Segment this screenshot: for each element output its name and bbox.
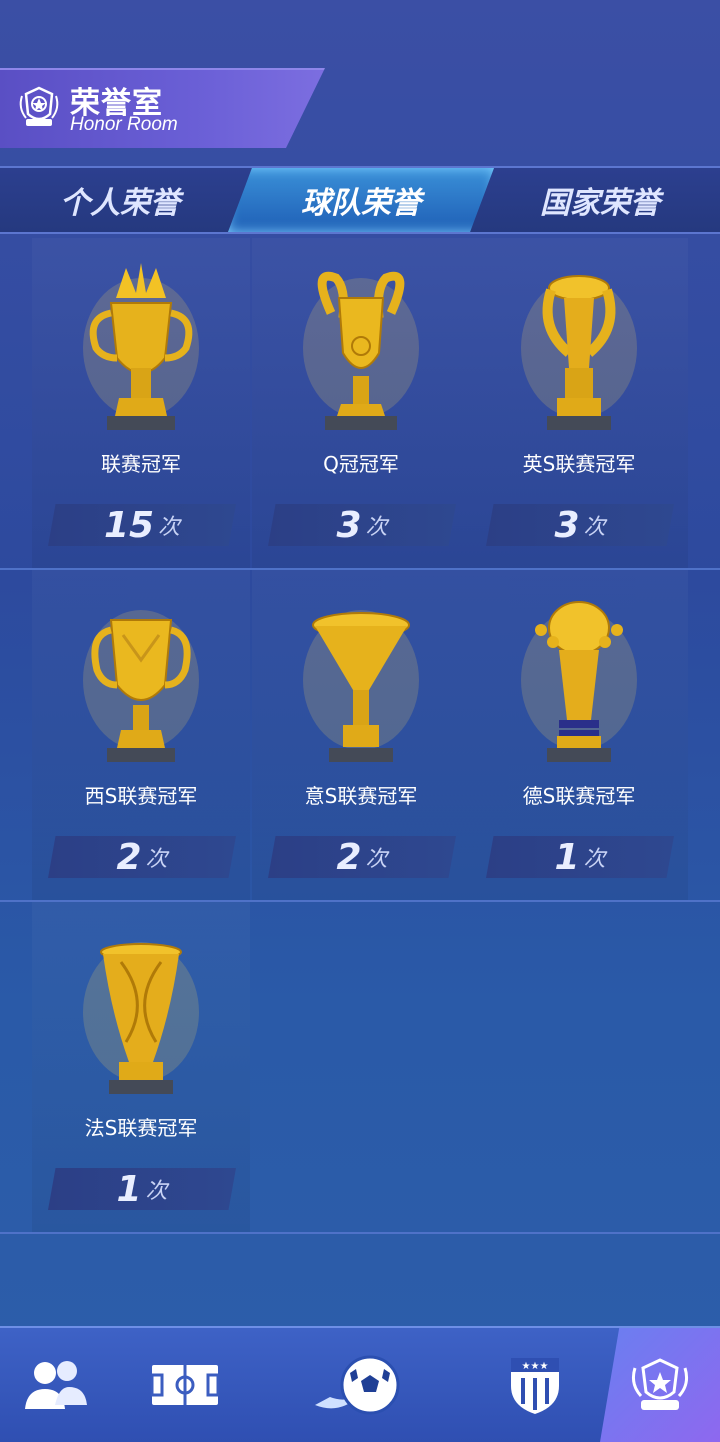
trophy-grid: 联赛冠军 15 次 Q冠冠军 3 次 英S联赛冠军 3 次 西S联赛冠军 2 次… — [0, 236, 720, 1326]
trophy-count: 3 — [554, 504, 580, 546]
nav-honor-room[interactable] — [600, 1328, 720, 1442]
trophy-count-badge: 15 次 — [48, 504, 236, 546]
trophy-emblem-icon — [19, 86, 59, 126]
trophy-count-unit: 次 — [145, 847, 168, 872]
italy-trophy-icon — [303, 610, 419, 762]
trophy-card[interactable]: Q冠冠军 3 次 — [252, 238, 470, 568]
page-subtitle: Honor Room — [70, 114, 178, 135]
players-icon — [25, 1361, 87, 1409]
trophy-name: 德S联赛冠军 — [522, 784, 636, 808]
nav-match[interactable] — [300, 1328, 420, 1442]
winged-trophy-icon — [521, 275, 637, 430]
trophy-count-badge: 3 次 — [268, 504, 456, 546]
france-trophy-icon — [83, 942, 199, 1094]
grid-divider — [0, 1232, 720, 1234]
trophy-count: 15 — [103, 504, 155, 546]
trophy-count: 2 — [116, 836, 142, 878]
league-trophy-icon — [83, 263, 199, 430]
trophy-card[interactable]: 德S联赛冠军 1 次 — [470, 570, 688, 900]
trophy-card[interactable]: 意S联赛冠军 2 次 — [252, 570, 470, 900]
trophy-count: 2 — [336, 836, 362, 878]
nav-pitch[interactable] — [130, 1328, 240, 1442]
nav-players[interactable] — [0, 1328, 110, 1442]
trophy-name: 意S联赛冠军 — [304, 784, 418, 808]
svg-text:★★★: ★★★ — [522, 1361, 549, 1372]
trophy-count: 1 — [554, 836, 580, 878]
trophy-card[interactable]: 法S联赛冠军 1 次 — [32, 902, 250, 1232]
trophy-name: 英S联赛冠军 — [522, 452, 636, 476]
trophy-count-unit: 次 — [365, 847, 388, 872]
trophy-count-badge: 3 次 — [486, 504, 674, 546]
trophy-count: 3 — [336, 504, 362, 546]
germany-trophy-icon — [521, 601, 637, 762]
nav-club[interactable]: ★★★ — [480, 1328, 590, 1442]
football-icon — [315, 1355, 400, 1415]
trophy-count-unit: 次 — [158, 515, 181, 540]
trophy-name: Q冠冠军 — [323, 452, 399, 476]
pitch-icon — [150, 1365, 220, 1405]
trophy-name: 联赛冠军 — [101, 452, 181, 476]
champions-cup-icon — [303, 271, 419, 430]
honor-trophy-icon — [632, 1358, 688, 1410]
trophy-count-unit: 次 — [583, 847, 606, 872]
trophy-count-badge: 1 次 — [486, 836, 674, 878]
trophy-count-badge: 2 次 — [268, 836, 456, 878]
trophy-card[interactable]: 联赛冠军 15 次 — [32, 238, 250, 568]
trophy-name: 西S联赛冠军 — [84, 784, 198, 808]
trophy-card[interactable]: 英S联赛冠军 3 次 — [470, 238, 688, 568]
spain-trophy-icon — [83, 610, 199, 762]
tab-personal-honor[interactable]: 个人荣誉 — [0, 168, 240, 232]
club-shield-icon: ★★★ — [511, 1358, 559, 1414]
tab-national-honor[interactable]: 国家荣誉 — [480, 168, 720, 232]
trophy-name: 法S联赛冠军 — [84, 1116, 198, 1140]
page-header: 荣誉室 Honor Room — [0, 68, 325, 148]
honor-tabs: 个人荣誉 球队荣誉 国家荣誉 — [0, 166, 720, 234]
trophy-count-unit: 次 — [365, 515, 388, 540]
tab-team-honor[interactable]: 球队荣誉 — [228, 168, 494, 232]
trophy-card[interactable]: 西S联赛冠军 2 次 — [32, 570, 250, 900]
trophy-count-badge: 1 次 — [48, 1168, 236, 1210]
trophy-count-unit: 次 — [583, 515, 606, 540]
trophy-count: 1 — [116, 1168, 142, 1210]
bottom-nav: ★★★ — [0, 1326, 720, 1442]
trophy-count-badge: 2 次 — [48, 836, 236, 878]
trophy-count-unit: 次 — [145, 1179, 168, 1204]
